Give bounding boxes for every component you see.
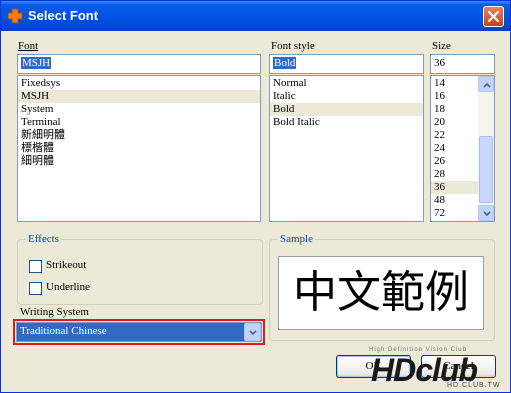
writing-system-select[interactable]: Traditional Chinese	[16, 322, 262, 342]
size-input-value: 36	[434, 57, 445, 69]
strikeout-label: Strikeout	[46, 259, 87, 271]
sample-preview: 中文範例	[278, 256, 484, 330]
list-item[interactable]: MSJH	[18, 90, 260, 103]
underline-label: Underline	[46, 281, 90, 293]
chevron-down-icon	[483, 211, 491, 217]
puzzle-icon	[7, 8, 23, 24]
font-style-label: Font style	[271, 40, 315, 52]
chevron-up-icon	[483, 82, 491, 88]
list-item[interactable]: 新細明體	[18, 129, 260, 142]
sample-title: Sample	[278, 233, 315, 245]
list-item[interactable]: System	[18, 103, 260, 116]
size-input[interactable]: 36	[430, 54, 495, 74]
size-list[interactable]: 14 16 18 20 22 24 26 28 36 48 72	[430, 75, 495, 222]
underline-checkbox[interactable]	[29, 282, 42, 295]
scroll-thumb[interactable]	[479, 136, 493, 203]
strikeout-checkbox[interactable]	[29, 260, 42, 273]
title-bar[interactable]: Select Font	[1, 1, 510, 31]
list-item[interactable]: Terminal	[18, 116, 260, 129]
list-item[interactable]: Italic	[270, 90, 423, 103]
select-font-dialog: Select Font Font MSJH Fixedsys MSJH System…	[0, 0, 511, 393]
scroll-up-button[interactable]	[478, 76, 494, 92]
list-item[interactable]: Bold Italic	[270, 116, 423, 129]
effects-group: Effects Strikeout Underline	[17, 233, 263, 305]
font-input[interactable]: MSJH	[17, 54, 261, 74]
writing-system-highlight: Traditional Chinese	[13, 319, 265, 345]
font-style-input[interactable]: Bold	[269, 54, 424, 74]
window-title: Select Font	[28, 8, 99, 23]
list-item[interactable]: Bold	[270, 103, 423, 116]
size-scrollbar[interactable]	[478, 76, 494, 221]
font-label: Font	[18, 40, 39, 52]
effects-title: Effects	[26, 233, 61, 245]
writing-system-dropdown-button[interactable]	[244, 323, 261, 341]
list-item[interactable]: Normal	[270, 77, 423, 90]
writing-system-value: Traditional Chinese	[20, 325, 107, 337]
chevron-down-icon	[249, 330, 257, 336]
list-item[interactable]: 細明體	[18, 155, 260, 168]
font-list[interactable]: Fixedsys MSJH System Terminal 新細明體 標楷體 細明體	[17, 75, 261, 222]
scroll-down-button[interactable]	[478, 205, 494, 221]
close-button[interactable]	[483, 6, 504, 27]
list-item[interactable]: Fixedsys	[18, 77, 260, 90]
size-label: Size	[432, 40, 451, 52]
list-item[interactable]: 標楷體	[18, 142, 260, 155]
writing-system-label: Writing System	[20, 306, 89, 318]
font-style-list[interactable]: Normal Italic Bold Bold Italic	[269, 75, 424, 222]
font-input-value: MSJH	[21, 57, 52, 69]
close-icon	[487, 10, 500, 23]
sample-group: Sample 中文範例	[269, 233, 495, 341]
font-style-input-value: Bold	[273, 57, 297, 69]
watermark-url: HD.CLUB.TW	[447, 382, 501, 389]
watermark: High Definition Vision Club HDclub HD.CL…	[369, 347, 509, 391]
